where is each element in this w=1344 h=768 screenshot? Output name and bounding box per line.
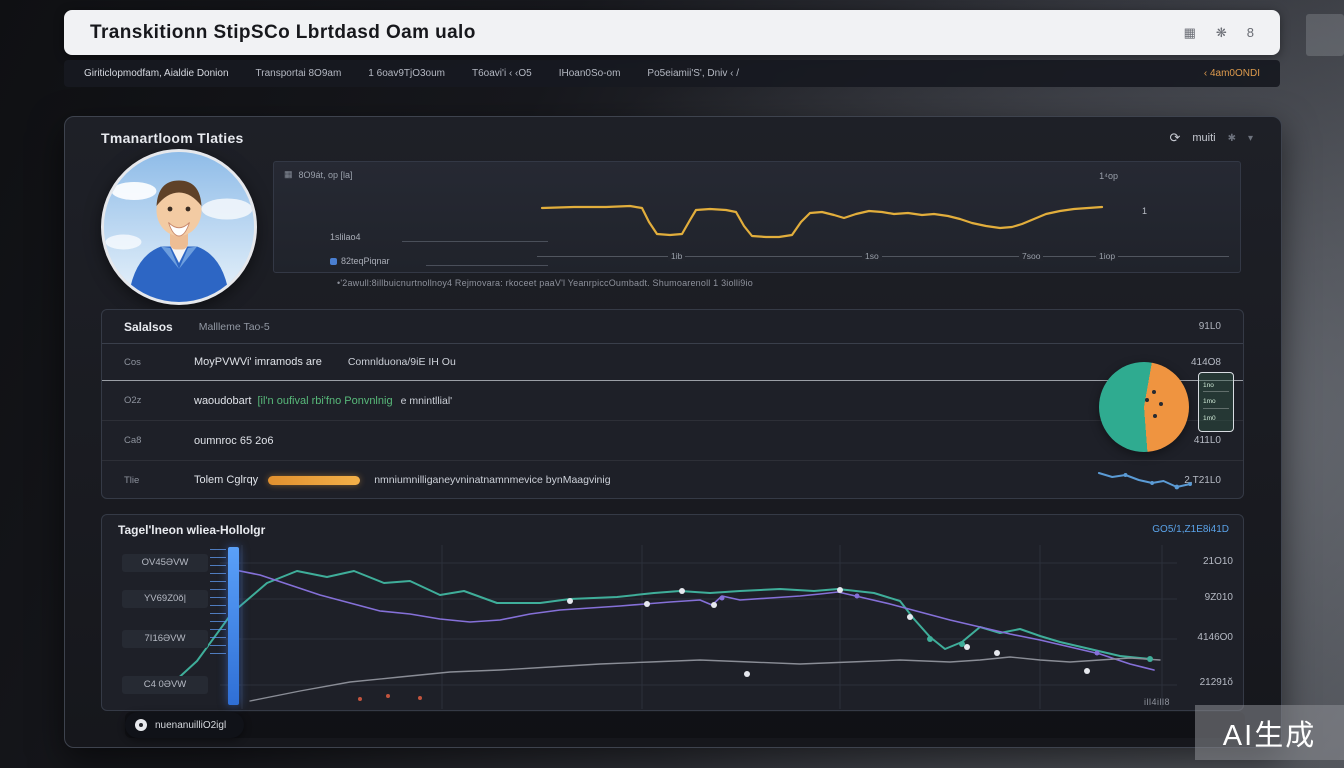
nav-item-3[interactable]: 1 6oav9TjO3oum <box>368 68 445 79</box>
row-text-secondary: Comnlduona/9iE IH Ou <box>348 356 456 368</box>
row-label: O2z <box>124 395 194 406</box>
header-icons: ▦ ❋ 8 <box>1184 25 1254 41</box>
table-row[interactable]: Ca8 oumnroc 65 2o6 411L0 <box>102 420 1243 460</box>
table-subtitle: Mallleme Tao-5 <box>199 321 270 333</box>
apps-icon[interactable]: ▦ <box>1184 25 1196 41</box>
timeline-title: Tagel'lneon wliea-Hollolgr <box>118 523 265 537</box>
activity-caption: •'2awull:8illbuicnurtnollnoy4 Rejmovara:… <box>337 278 753 288</box>
trend-sparkline-chart <box>1097 466 1192 492</box>
table-row[interactable]: Cos MoyPVWVi' imramods are Comnlduona/9i… <box>102 344 1243 380</box>
row-text-highlight: [il'n oufival rbi'fno Ponvnlnig <box>258 395 393 407</box>
timeline-link[interactable]: GO5/1,Z1E8i41D <box>1152 524 1229 535</box>
row-label: Tlie <box>124 475 194 486</box>
status-dot-icon <box>135 719 147 731</box>
grid-lines <box>220 545 1177 709</box>
refresh-label[interactable]: muiti <box>1192 132 1215 144</box>
timeline-chart-card: Tagel'lneon wliea-Hollolgr GO5/1,Z1E8i41… <box>101 514 1244 711</box>
panel-title: Tmanartloom Tlaties <box>101 130 244 146</box>
row-text: MoyPVWVi' imramods are <box>194 356 322 368</box>
app-title: Transkitionn StipSCo Lbrtdasd Oam ualo <box>90 22 476 44</box>
right-axis-value: 21291ŏ <box>1175 677 1233 688</box>
table-header-value: 91L0 <box>1199 321 1221 332</box>
right-axis-value: 4146O0 <box>1175 632 1233 643</box>
caret-icon[interactable]: ▾ <box>1248 133 1253 144</box>
refresh-icon[interactable]: ⟳ <box>1169 130 1180 146</box>
dashboard-panel: Tmanartloom Tlaties ⟳ muiti ✱ ▾ <box>64 116 1282 748</box>
table-row[interactable]: Tlie Tolem Cglrqy nmniumnilliganeyvninat… <box>102 460 1243 499</box>
row-text: Tolem Cglrqy <box>194 474 258 486</box>
y-axis-label: C4 0ƏVW <box>122 676 208 694</box>
avatar[interactable] <box>101 149 257 305</box>
nav-item-4[interactable]: T6oavi'i ‹ ‹O5 <box>472 68 532 79</box>
nav-bar: Giriticlopmodfam, Aialdie Donion Transpo… <box>64 60 1280 87</box>
y-axis-label: YV69Z0ŏ| <box>122 590 208 608</box>
table-title: Salalsos <box>124 320 173 334</box>
nav-item-1[interactable]: Giriticlopmodfam, Aialdie Donion <box>84 68 229 79</box>
ruler-ticks <box>210 549 226 657</box>
breakdown-pie-chart[interactable] <box>1099 362 1189 452</box>
row-text: oumnroc 65 2o6 <box>194 435 274 447</box>
row-label: Cos <box>124 357 194 368</box>
user-icon[interactable]: 8 <box>1247 25 1254 40</box>
nav-item-5[interactable]: IHoan0So-om <box>559 68 621 79</box>
nav-item-2[interactable]: Transportai 8O9am <box>256 68 342 79</box>
table-row[interactable]: O2z waoudobart [il'n oufival rbi'fno Pon… <box>102 380 1243 420</box>
table-header: Salalsos Mallleme Tao-5 91L0 <box>102 310 1243 344</box>
nav-action-link[interactable]: ‹ 4am0ONDI <box>1204 68 1260 79</box>
pie-legend: 1no 1mo 1m0 <box>1198 372 1234 432</box>
row-label: Ca8 <box>124 435 194 446</box>
row-text-secondary: nmniumnilliganeyvninatnamnmevice bynMaag… <box>374 474 610 486</box>
legend-item: 1no <box>1203 380 1229 392</box>
y-axis-label: 7I16ƏVW <box>122 630 208 648</box>
watermark-badge: AI生成 <box>1195 705 1344 760</box>
timeline-chart-area: OV45ƏVW YV69Z0ŏ| 7I16ƏVW C4 0ƏVW 21O10 9… <box>102 543 1243 711</box>
footer-label: nuenanuilliO2igl <box>155 720 226 731</box>
timeline-line-chart <box>102 543 1177 711</box>
progress-bar <box>268 476 360 485</box>
y-axis-label: OV45ƏVW <box>122 554 208 572</box>
activity-chart-card: ▦ 8O9át, op [la] 1⁴op 1 1slilao4 82teqPi… <box>273 161 1241 273</box>
app-header: Transkitionn StipSCo Lbrtdasd Oam ualo ▦… <box>64 10 1280 55</box>
legend-item: 1m0 <box>1203 413 1229 424</box>
row-text: waoudobart <box>194 395 252 407</box>
sparkle-icon[interactable]: ❋ <box>1216 25 1227 41</box>
stats-table-card: Salalsos Mallleme Tao-5 91L0 Cos MoyPVWV… <box>101 309 1244 499</box>
panel-footer: nuenanuilliO2igl <box>125 712 1245 738</box>
footer-status-pill[interactable]: nuenanuilliO2igl <box>125 712 244 738</box>
row-text-secondary: e mnintllial' <box>401 395 453 407</box>
legend-item: 1mo <box>1203 396 1229 408</box>
right-axis-value: 9Z010 <box>1175 592 1233 603</box>
trend-sparkline <box>1097 466 1192 492</box>
nav-item-6[interactable]: Po5eiamii'S', Dniv ‹ / <box>647 68 739 79</box>
avatar-illustration <box>104 152 254 302</box>
corner-highlight <box>1306 14 1344 56</box>
panel-controls: ⟳ muiti ✱ ▾ <box>1169 130 1253 146</box>
pie-dots <box>1099 362 1189 452</box>
histogram-bar[interactable] <box>228 547 239 705</box>
activity-line-chart <box>274 162 1242 274</box>
app-background: Transkitionn StipSCo Lbrtdasd Oam ualo ▦… <box>0 0 1344 768</box>
right-axis-value: 21O10 <box>1175 556 1233 567</box>
star-icon[interactable]: ✱ <box>1228 133 1236 144</box>
